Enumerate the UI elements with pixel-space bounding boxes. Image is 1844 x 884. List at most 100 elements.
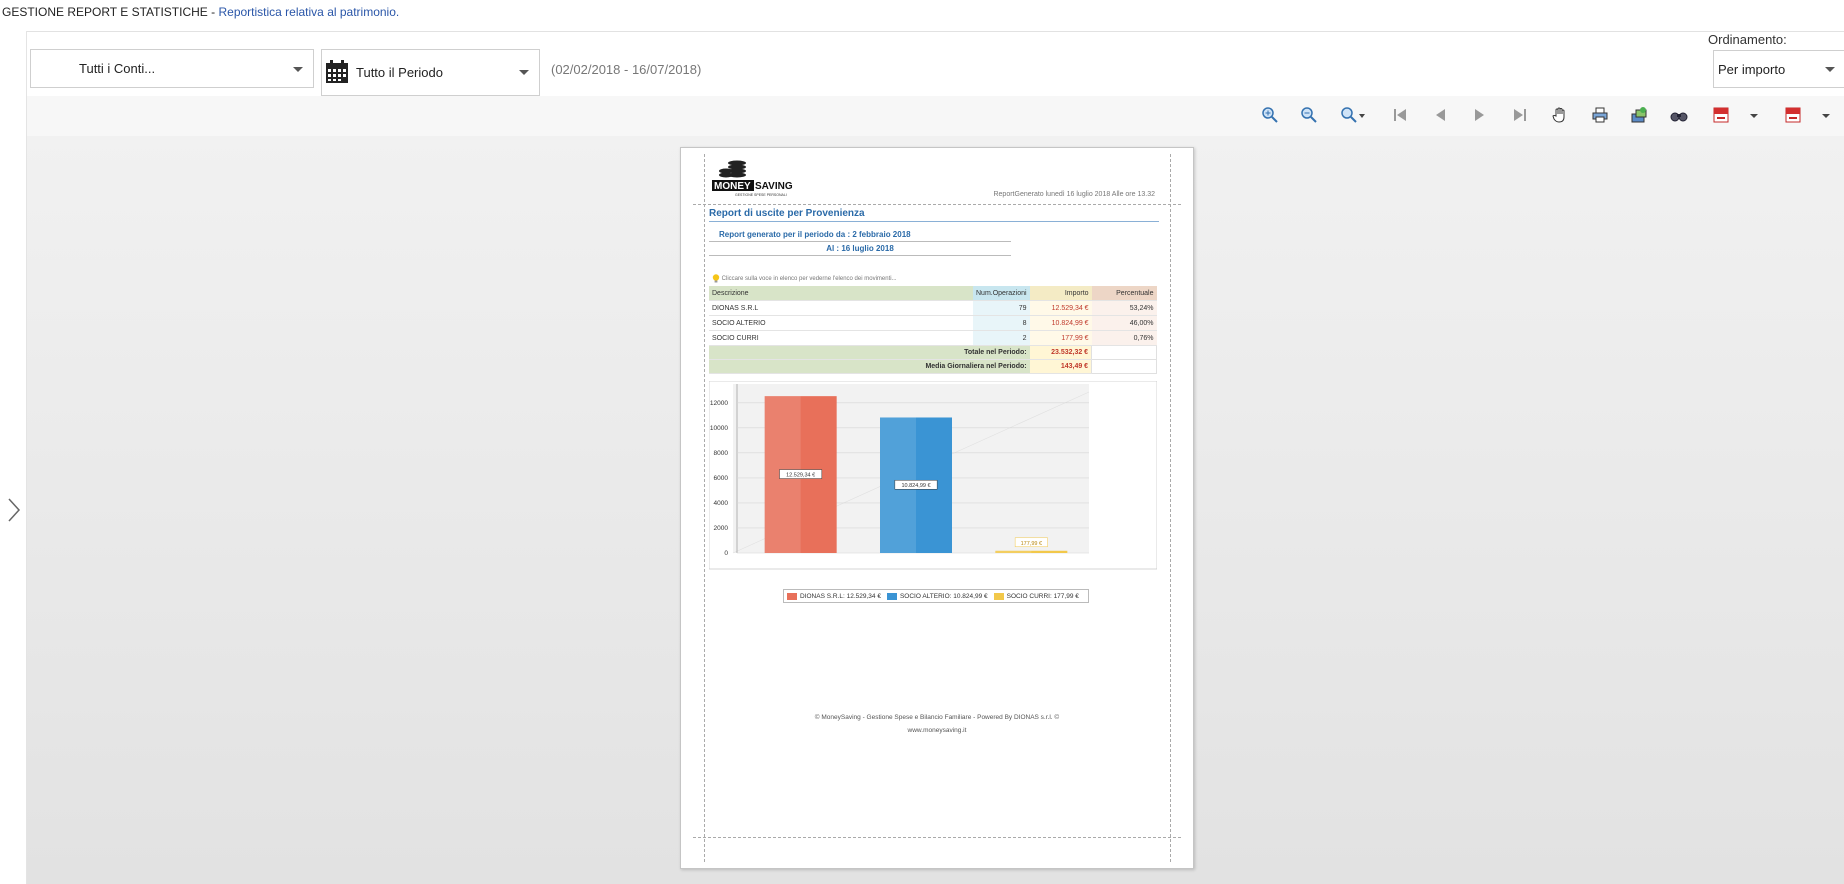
totale-row: Totale nel Periodo: 23.532,32 € [709,345,1157,360]
report-page: MONEY SAVING GESTIONE SPESE PERSONALI Re… [680,147,1194,869]
row-descrizione: DIONAS S.R.L [709,300,973,316]
y-tick-label: 0 [724,550,728,557]
media-blank [1091,359,1157,374]
row-importo: 10.824,99 € [1029,315,1092,331]
report-generated-at: ReportGenerato lunedì 16 luglio 2018 All… [993,191,1155,198]
find-icon[interactable] [1670,106,1688,124]
table-row[interactable]: DIONAS S.R.L 79 12.529,34 € 53,24% [709,300,1157,316]
viewer-toolbar [27,96,1844,136]
date-range-text: (02/02/2018 - 16/07/2018) [551,62,702,77]
bar-value-label: 177,99 € [1021,541,1042,547]
calendar-icon [326,60,348,83]
report-website: www.moneysaving.it [907,727,967,734]
row-descrizione: SOCIO CURRI [709,330,973,346]
legend-item: DIONAS S.R.L: 12.529,34 € [787,592,881,600]
legend-item: SOCIO ALTERIO: 10.824,99 € [886,592,988,600]
legend-label: DIONAS S.R.L: 12.529,34 € [800,592,881,600]
margin-guide [1170,154,1171,862]
ordinamento-label: Ordinamento: [1708,32,1787,47]
legend-item: SOCIO CURRI: 177,99 € [993,592,1079,600]
report-period: Report generato per il periodo da : 2 fe… [709,228,1011,256]
bar-highlight [995,550,1032,553]
pdf-save-icon[interactable] [1784,106,1802,124]
page-header: GESTIONE REPORT E STATISTICHE - Reportis… [2,5,399,19]
row-num-operazioni: 2 [973,330,1030,346]
row-num-operazioni: 79 [973,300,1030,316]
media-label: Media Giornaliera nel Periodo: [709,359,1030,374]
svg-text:MONEY: MONEY [714,181,751,192]
periodo-select[interactable]: Tutto il Periodo [321,49,540,96]
report-table: Descrizione Num.Operazioni Importo Perce… [709,286,1157,374]
expand-panel-icon[interactable] [4,497,24,523]
first-page-icon[interactable] [1391,106,1409,124]
bar-value-label: 12.529,34 € [786,473,815,479]
report-hint: Cliccare sulla voce in elenco per vedern… [712,274,897,283]
header-percentuale: Percentuale [1091,286,1157,301]
ordinamento-select-value: Per importo [1718,62,1786,77]
bar-chart: 0 2000 4000 6000 8000 10000 12000 12.529,34 € 10… [709,381,1157,570]
table-row[interactable]: SOCIO CURRI 2 177,99 € 0,76% [709,330,1157,346]
period-to: Al : 16 luglio 2018 [709,242,1011,256]
report-footer: © MoneySaving - Gestione Spese e Bilanci… [814,714,1060,721]
filter-bar: Tutti i Conti... Tutto il Periodo (02/02… [27,32,1844,96]
totale-blank [1091,345,1157,360]
zoom-dropdown-icon[interactable] [1340,106,1366,124]
chevron-down-icon [519,70,529,75]
totale-value: 23.532,32 € [1029,345,1092,360]
chevron-down-icon [293,67,303,72]
table-row[interactable]: SOCIO ALTERIO 8 10.824,99 € 46,00% [709,315,1157,331]
header-importo: Importo [1029,286,1092,301]
y-tick-label: 12000 [710,400,728,407]
chart-legend: DIONAS S.R.L: 12.529,34 € SOCIO ALTERIO: … [783,589,1089,603]
prev-page-icon[interactable] [1431,106,1449,124]
conti-select-value: Tutti i Conti... [79,61,156,76]
row-importo: 177,99 € [1029,330,1092,346]
legend-swatch [787,592,797,600]
y-tick-label: 8000 [714,450,729,457]
chevron-down-icon [1825,67,1835,72]
next-page-icon[interactable] [1471,106,1489,124]
pdf-dropdown-icon[interactable] [1748,106,1760,124]
header-descrizione: Descrizione [709,286,973,301]
row-percentuale: 0,76% [1091,330,1157,346]
row-num-operazioni: 8 [973,315,1030,331]
y-tick-label: 10000 [710,425,728,432]
conti-select[interactable]: Tutti i Conti... [30,49,314,88]
moneysaving-logo: MONEY SAVING GESTIONE SPESE PERSONALI [712,160,793,197]
side-panel-collapsed [0,31,27,884]
zoom-in-icon[interactable] [1261,106,1279,124]
margin-guide [693,837,1181,838]
header-title: GESTIONE REPORT E STATISTICHE - [2,5,219,19]
row-descrizione: SOCIO ALTERIO [709,315,973,331]
print-icon[interactable] [1591,106,1609,124]
svg-text:SAVING: SAVING [755,181,793,192]
y-tick-label: 4000 [714,500,729,507]
y-tick-label: 6000 [714,475,729,482]
title-divider [709,221,1159,222]
header-num-operazioni: Num.Operazioni [973,286,1030,301]
legend-swatch [886,592,897,600]
totale-label: Totale nel Periodo: [709,345,1030,360]
row-percentuale: 53,24% [1091,300,1157,316]
report-title: Report di uscite per Provenienza [709,208,865,219]
pdf-save-dropdown-icon[interactable] [1820,106,1832,124]
ordinamento-select[interactable]: Per importo [1713,50,1844,88]
legend-label: SOCIO ALTERIO: 10.824,99 € [899,592,988,600]
svg-text:GESTIONE SPESE PERSONALI: GESTIONE SPESE PERSONALI [735,193,787,197]
margin-guide [693,204,1181,205]
pdf-icon[interactable] [1712,106,1730,124]
zoom-out-icon[interactable] [1300,106,1318,124]
legend-label: SOCIO CURRI: 177,99 € [1006,592,1079,600]
hint-text: Cliccare sulla voce in elenco per vedern… [721,276,897,283]
hand-tool-icon[interactable] [1551,106,1569,124]
margin-guide [704,154,705,862]
media-row: Media Giornaliera nel Periodo: 143,49 € [709,359,1157,374]
last-page-icon[interactable] [1511,106,1529,124]
lightbulb-icon [712,274,720,283]
row-importo: 12.529,34 € [1029,300,1092,316]
export-icon[interactable] [1630,106,1648,124]
legend-swatch [993,592,1004,600]
row-percentuale: 46,00% [1091,315,1157,331]
bar-value-label: 10.824,99 € [901,483,930,489]
media-value: 143,49 € [1029,359,1092,374]
